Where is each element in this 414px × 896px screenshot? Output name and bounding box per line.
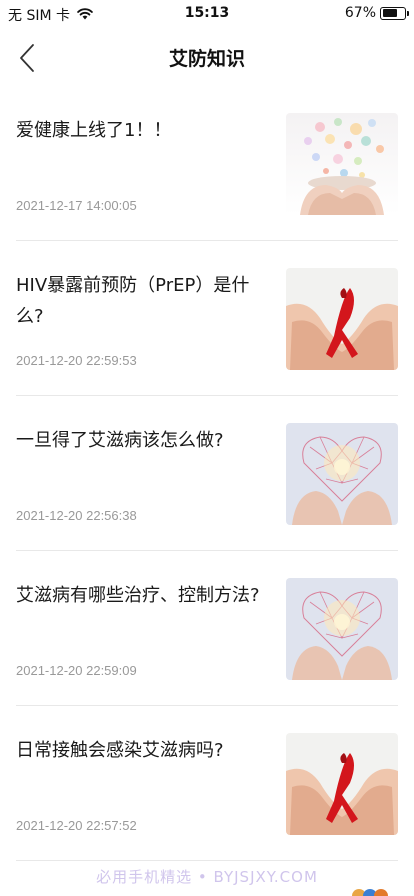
article-title: HIV暴露前预防（PrEP）是什么? [16, 275, 250, 327]
page-title: 艾防知识 [168, 48, 245, 70]
article-thumbnail [286, 733, 398, 835]
article-date: 2021-12-20 22:57:52 [16, 818, 137, 833]
red-ribbon-hands-image [286, 268, 398, 370]
article-item[interactable]: 爱健康上线了1！！ 2021-12-17 14:00:05 [16, 86, 398, 241]
article-date: 2021-12-17 14:00:05 [16, 198, 137, 213]
article-list: 爱健康上线了1！！ 2021-12-17 14:00:05 HIV暴露前预防（P… [0, 86, 414, 861]
article-item[interactable]: 一旦得了艾滋病该怎么做? 2021-12-20 22:56:38 [16, 396, 398, 551]
article-title: 爱健康上线了1！！ [16, 120, 172, 141]
navigation-bar: 艾防知识 [0, 30, 414, 86]
article-thumbnail [286, 268, 398, 370]
article-date: 2021-12-20 22:56:38 [16, 508, 137, 523]
article-thumbnail [286, 578, 398, 680]
article-item[interactable]: 艾滋病有哪些治疗、控制方法? 2021-12-20 22:59:09 [16, 551, 398, 706]
red-ribbon-hands-image [286, 733, 398, 835]
article-item[interactable]: HIV暴露前预防（PrEP）是什么? 2021-12-20 22:59:53 [16, 241, 398, 396]
article-thumbnail [286, 423, 398, 525]
battery-level-fill [382, 9, 397, 17]
article-title: 一旦得了艾滋病该怎么做? [16, 430, 224, 451]
battery-percent: 67% [344, 5, 376, 21]
avatar-group [352, 889, 388, 896]
battery-icon [380, 6, 409, 20]
article-date: 2021-12-20 22:59:53 [16, 353, 137, 368]
status-bar: 无 SIM 卡 15:13 67% [0, 0, 414, 30]
network-heart-hands-image [286, 423, 398, 525]
avatar [374, 889, 388, 896]
status-right: 67% [344, 5, 409, 21]
article-title: 日常接触会感染艾滋病吗? [16, 740, 224, 761]
watermark: 必用手机精选 • BYJSJXY.COM [96, 868, 318, 886]
article-thumbnail [286, 113, 398, 215]
pills-in-hands-image [286, 113, 398, 215]
article-item[interactable]: 日常接触会感染艾滋病吗? 2021-12-20 22:57:52 [16, 706, 398, 861]
article-date: 2021-12-20 22:59:09 [16, 663, 137, 678]
network-heart-hands-image [286, 578, 398, 680]
article-title: 艾滋病有哪些治疗、控制方法? [16, 585, 260, 606]
